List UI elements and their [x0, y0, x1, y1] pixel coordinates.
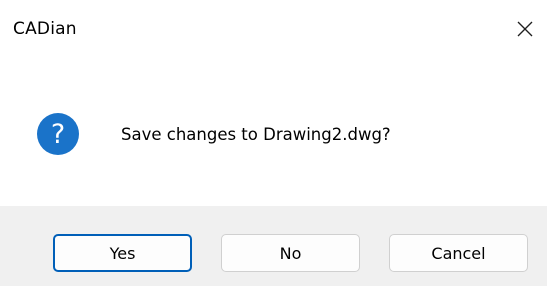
cancel-button[interactable]: Cancel — [389, 234, 528, 272]
close-button[interactable] — [508, 12, 542, 46]
svg-text:?: ? — [51, 119, 65, 150]
window-title: CADian — [13, 19, 77, 39]
question-icon: ? — [37, 113, 79, 155]
title-bar: CADian — [0, 0, 547, 64]
close-icon — [517, 21, 533, 37]
save-changes-dialog: CADian ? Save changes to Drawing2.dwg? Y… — [0, 0, 547, 286]
dialog-message: Save changes to Drawing2.dwg? — [121, 125, 391, 144]
no-button[interactable]: No — [221, 234, 360, 272]
button-bar: Yes No Cancel — [0, 206, 547, 286]
yes-button[interactable]: Yes — [53, 234, 192, 272]
dialog-body: ? Save changes to Drawing2.dwg? — [0, 64, 547, 206]
